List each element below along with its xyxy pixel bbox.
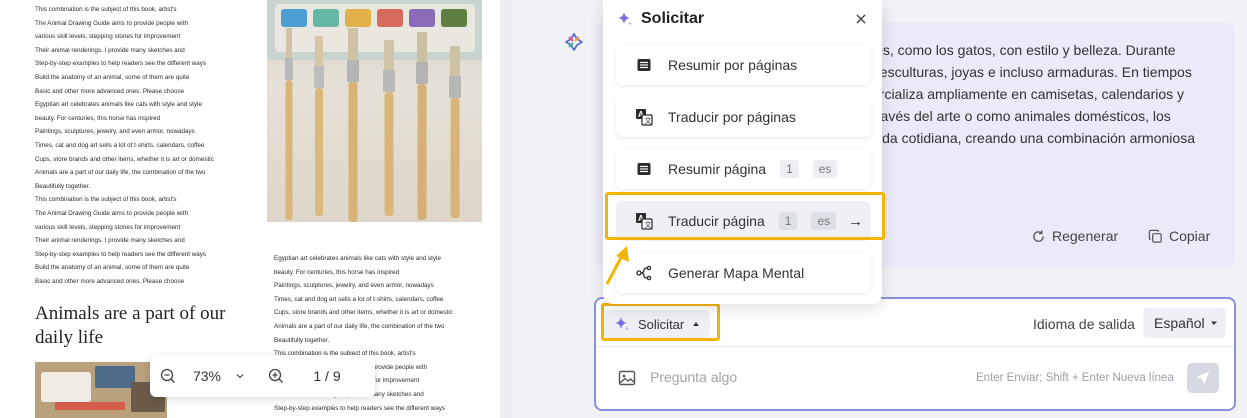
menu-item-translate-pages[interactable]: A文 Traducir por páginas (616, 97, 871, 137)
page-badge[interactable]: 1 (778, 212, 798, 230)
language-badge[interactable]: es (812, 160, 838, 178)
mindmap-icon (634, 263, 654, 283)
menu-item-mind-map[interactable]: Generar Mapa Mental (616, 253, 871, 293)
pdf-line: This combination is the subject of this … (35, 196, 177, 204)
translate-icon: A文 (634, 211, 654, 231)
menu-item-summarize-page[interactable]: Resumir página 1 es (616, 149, 871, 189)
pdf-left-column: This combination is the subject of this … (35, 3, 255, 288)
zoom-out-button[interactable] (150, 355, 186, 397)
response-line: través del arte o como animales doméstic… (872, 108, 1171, 124)
composer-divider (596, 346, 1234, 347)
pdf-line: Cups, store brands and other items, whet… (35, 155, 214, 163)
zoom-out-icon (160, 368, 175, 383)
ai-response-text: les, como los gatos, con estilo y bellez… (872, 39, 1227, 149)
zoom-level[interactable]: 73% (186, 368, 228, 384)
pdf-line: The Animal Drawing Guide aims to provide… (35, 209, 188, 217)
pdf-line: Their animal renderings. I provide many … (35, 237, 185, 245)
menu-item-label: Resumir por páginas (668, 57, 798, 73)
pdf-line: Basic and other more advanced ones. Plea… (35, 87, 185, 95)
send-button[interactable] (1187, 363, 1219, 393)
copy-label: Copiar (1169, 228, 1211, 244)
arrow-right-icon[interactable]: → (848, 213, 863, 230)
pdf-line: Beautifully together. (274, 336, 330, 344)
pdf-line: Egyptian art celebrates animals like cat… (35, 101, 202, 109)
zoom-dropdown-button[interactable] (228, 355, 252, 397)
chevron-down-icon (236, 374, 244, 379)
refresh-icon (1033, 229, 1044, 242)
pdf-line: Animals are a part of our daily life, th… (35, 169, 206, 177)
ai-logo-icon (565, 33, 583, 51)
menu-item-translate-page[interactable]: A文 Traducir página 1 es → (616, 201, 871, 241)
response-line: vida cotidiana, creando una combinación … (872, 130, 1195, 146)
menu-item-label: Generar Mapa Mental (668, 265, 805, 281)
pdf-line: Egyptian art celebrates animals like cat… (274, 255, 441, 262)
copy-button[interactable]: Copiar (1148, 228, 1210, 244)
pdf-line: various skill levels, stepping stones fo… (35, 223, 181, 231)
page-indicator[interactable]: 1 / 9 (302, 368, 352, 384)
send-icon (1196, 371, 1210, 385)
keyboard-hint: Enter Enviar; Shift + Enter Nueva línea (976, 372, 1174, 384)
regenerate-button[interactable]: Regenerar (1031, 228, 1118, 244)
sparkle-icon (618, 12, 632, 26)
output-language-select[interactable]: Español (1143, 308, 1226, 338)
chat-composer: Solicitar Idioma de salida Español Enter… (594, 297, 1236, 411)
pdf-line: Step-by-step examples to help readers se… (274, 404, 446, 412)
output-language-value: Español (1154, 315, 1205, 331)
pdf-line: This combination is the subject of this … (35, 6, 177, 13)
solicitar-label: Solicitar (638, 316, 685, 332)
pdf-line: Paintings, sculptures, jewelry, and even… (274, 282, 434, 290)
pdf-heading: Animals are a part of our daily life (35, 303, 226, 348)
regenerate-label: Regenerar (1052, 228, 1119, 244)
app-root: This combination is the subject of this … (0, 0, 1247, 418)
pdf-line: Their animal renderings. I provide many … (35, 46, 185, 54)
zoom-toolbar: 73% 1 / 9 (150, 355, 375, 397)
copy-icon (1148, 229, 1162, 243)
pdf-line: Step-by-step examples to help readers se… (35, 250, 207, 258)
close-icon[interactable] (854, 12, 868, 26)
svg-text:文: 文 (645, 116, 652, 125)
pdf-viewer[interactable]: This combination is the subject of this … (0, 0, 512, 418)
page-badge[interactable]: 1 (780, 160, 799, 178)
pdf-line: Animals are a part of our daily life, th… (274, 322, 445, 330)
pdf-line: Basic and other more advanced ones. Plea… (35, 277, 185, 285)
solicitar-button[interactable]: Solicitar (604, 310, 711, 338)
pdf-line: Beautifully together. (35, 182, 91, 190)
translate-icon: A文 (634, 107, 654, 127)
pdf-line: beauty. For centuries, this horse has in… (274, 268, 400, 276)
list-icon (634, 55, 654, 75)
pdf-line: Step-by-step examples to help readers se… (35, 60, 207, 68)
list-icon (634, 159, 654, 179)
pdf-line: beauty. For centuries, this horse has in… (35, 114, 161, 122)
pdf-line: Build the anatomy of an animal, some of … (35, 73, 190, 81)
image-upload-icon[interactable] (618, 369, 636, 387)
popup-title: Solicitar (641, 10, 705, 27)
pdf-line: Times, cat and dog art sells a lot of t-… (35, 141, 205, 149)
caret-down-icon (1211, 321, 1217, 325)
solicitar-popup: Solicitar Resumir por páginas A文 Traduci… (603, 0, 882, 304)
prompt-input[interactable] (650, 366, 950, 388)
menu-item-label: Resumir página (668, 161, 767, 177)
pdf-line: Times, cat and dog art sells a lot of t-… (274, 295, 444, 303)
menu-item-label: Traducir por páginas (668, 109, 796, 125)
zoom-in-button[interactable] (258, 355, 294, 397)
zoom-in-icon (268, 368, 283, 383)
sparkle-icon (615, 317, 629, 331)
pdf-line: The Animal Drawing Guide aims to provide… (35, 19, 188, 27)
arrow-pointer-icon (605, 246, 629, 285)
pdf-line: various skill levels, stepping stones fo… (35, 33, 181, 41)
svg-text:文: 文 (645, 220, 652, 229)
response-line: , esculturas, joyas e incluso armaduras.… (872, 64, 1192, 80)
pdf-line: Build the anatomy of an animal, some of … (35, 264, 190, 272)
response-line: les, como los gatos, con estilo y bellez… (872, 42, 1176, 58)
art-supplies-photo (35, 362, 167, 418)
menu-item-label: Traducir página (668, 213, 765, 229)
output-language-label: Idioma de salida (1033, 316, 1135, 332)
response-line: ercializa ampliamente en camisetas, cale… (872, 86, 1185, 102)
pdf-line: Cups, store brands and other items, whet… (274, 309, 453, 317)
caret-up-icon (693, 322, 700, 326)
pdf-line: Paintings, sculptures, jewelry, and even… (35, 128, 195, 136)
language-badge[interactable]: es (811, 212, 837, 230)
menu-item-summarize-pages[interactable]: Resumir por páginas (616, 45, 871, 85)
paintbrushes-photo (267, 0, 482, 222)
